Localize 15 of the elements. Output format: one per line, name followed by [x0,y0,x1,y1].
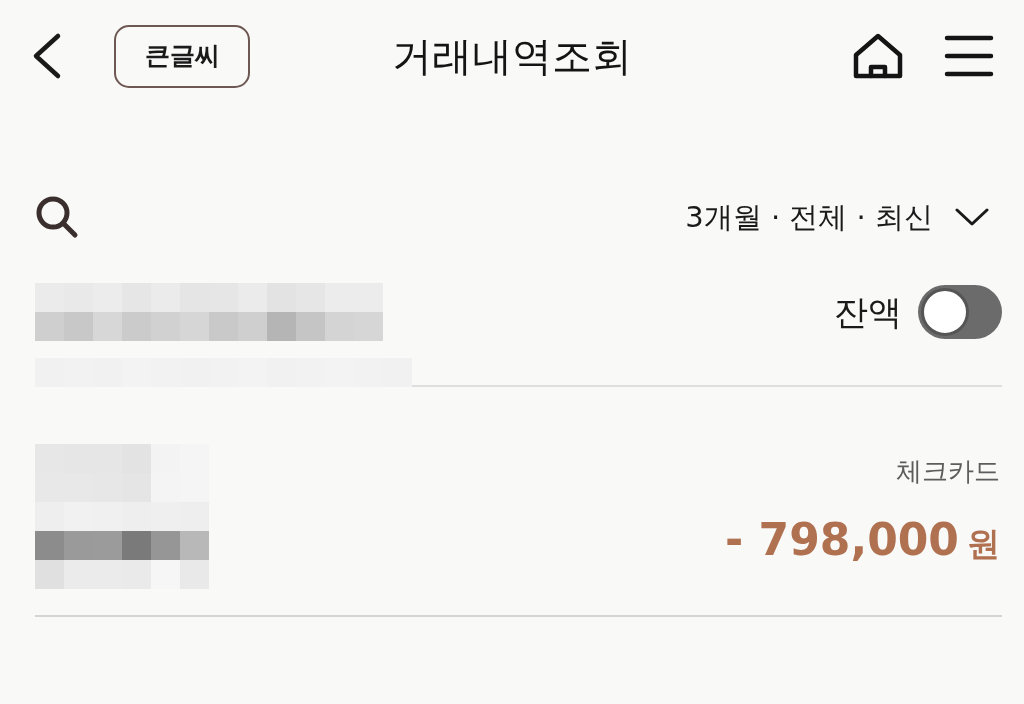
transaction-amount: - 798,000 [725,518,959,562]
home-icon [852,33,904,79]
balance-toggle[interactable] [918,285,1002,339]
currency-unit: 원 [967,527,1000,560]
period-filter-dropdown[interactable]: 3개월 · 전체 · 최신 [685,202,989,232]
page-title: 거래내역조회 [392,36,632,76]
menu-icon [944,34,994,78]
search-button[interactable] [35,195,79,239]
transaction-type: 체크카드 [896,458,1000,484]
home-button[interactable] [852,33,904,79]
balance-label: 잔액 [834,295,902,329]
search-icon [35,195,79,239]
large-text-button[interactable]: 큰글씨 [114,24,250,88]
menu-button[interactable] [944,34,994,78]
chevron-down-icon [955,208,989,226]
